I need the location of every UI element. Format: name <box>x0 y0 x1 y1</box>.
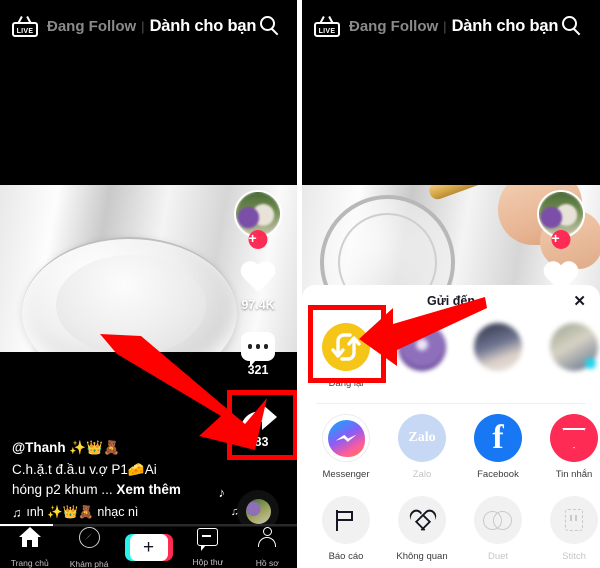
top-navigation-bar-right: LIVE Đang Follow | Dành cho bạn <box>302 0 600 52</box>
compass-icon <box>78 526 100 548</box>
share-app-zalo-label: Zalo <box>412 469 432 480</box>
action-stitch-label: Stitch <box>562 551 586 562</box>
creator-avatar[interactable]: + <box>537 190 585 249</box>
share-contacts-row: Đăng lại <box>302 313 600 389</box>
share-contact-1[interactable] <box>392 323 452 389</box>
search-icon[interactable] <box>562 16 582 36</box>
live-label: LIVE <box>16 27 34 35</box>
like-count: 97.4K <box>241 298 275 312</box>
caption-line-1: C.h.ặ.t đ.ầ.u v.ợ P1🧀Ai <box>12 462 157 477</box>
messenger-icon <box>322 414 370 462</box>
creator-avatar[interactable]: + <box>234 190 282 249</box>
share-app-direct-message-label: Tin nhắn <box>555 469 593 480</box>
action-stitch[interactable]: Stitch <box>544 496 600 562</box>
top-navigation-bar: LIVE Đang Follow | Dành cho bạn <box>0 0 297 52</box>
create-plus-icon[interactable]: + <box>124 534 173 561</box>
share-contact-2[interactable] <box>468 323 528 389</box>
search-icon[interactable] <box>260 16 280 36</box>
caption-username[interactable]: @Thanh ✨👑🧸 <box>12 440 222 456</box>
share-app-facebook-label: Facebook <box>477 469 519 480</box>
nav-home[interactable]: Trang chủ <box>0 527 59 568</box>
close-icon[interactable]: ✕ <box>573 294 586 309</box>
heart-icon <box>239 262 277 296</box>
duet-icon <box>474 496 522 544</box>
nav-home-label: Trang chủ <box>10 558 49 568</box>
home-icon <box>18 527 41 547</box>
tab-following[interactable]: Đang Follow <box>47 18 136 35</box>
action-report[interactable]: Báo cáo <box>316 496 376 562</box>
tab-separator: | <box>443 18 447 34</box>
nav-discover[interactable]: Khám phá <box>59 526 118 568</box>
action-not-interested[interactable]: Không quan <box>392 496 452 562</box>
action-duet[interactable]: Duet <box>468 496 528 562</box>
contact-avatar <box>474 323 522 371</box>
inbox-icon <box>197 528 219 551</box>
caption-line-2: hóng p2 khum ... <box>12 482 113 497</box>
nav-profile-label: Hồ sơ <box>255 558 279 568</box>
tab-separator: | <box>141 18 145 34</box>
nav-inbox-label: Hộp thư <box>192 557 224 567</box>
comment-button[interactable]: 321 <box>227 332 289 377</box>
bottom-navigation: Trang chủ Khám phá + Hộp thư Hồ sơ <box>0 526 297 568</box>
video-object-bowl <box>22 237 237 352</box>
video-caption: @Thanh ✨👑🧸 C.h.ặ.t đ.ầ.u v.ợ P1🧀Ai hóng … <box>12 440 222 520</box>
share-count: 283 <box>247 435 269 449</box>
panel-divider <box>297 0 302 568</box>
share-button[interactable]: 283 <box>227 403 289 449</box>
share-app-messenger[interactable]: Messenger <box>316 414 376 480</box>
like-button[interactable]: 97.4K <box>227 262 289 312</box>
action-duet-label: Duet <box>487 551 509 562</box>
live-label: LIVE <box>318 27 336 35</box>
nav-discover-label: Khám phá <box>69 558 109 568</box>
caption-more-link[interactable]: Xem thêm <box>116 482 181 497</box>
music-row[interactable]: ♫ ınh ✨👑🧸 nhạc nì <box>12 505 222 520</box>
nav-profile[interactable]: Hồ sơ <box>238 527 297 568</box>
share-app-direct-message[interactable]: Tin nhắn <box>544 414 600 480</box>
action-not-interested-label: Không quan <box>396 551 448 562</box>
phone-screen-right: LIVE Đang Follow | Dành cho bạn + Gửi đế… <box>302 0 600 568</box>
contact-avatar <box>550 323 598 371</box>
music-note-icon: ♫ <box>12 505 22 520</box>
music-title: ınh ✨👑🧸 nhạc nì <box>26 505 139 519</box>
direct-message-icon <box>550 414 598 462</box>
share-actions-row: Báo cáo Không quan Duet Stitch <box>302 480 600 562</box>
follow-plus-icon[interactable]: + <box>248 230 268 249</box>
share-app-facebook[interactable]: f Facebook <box>468 414 528 480</box>
follow-plus-icon[interactable]: + <box>551 230 571 249</box>
repost-icon <box>322 323 370 371</box>
action-report-label: Báo cáo <box>328 551 364 562</box>
share-arrow-icon <box>240 404 277 430</box>
floating-note-icon-1: ♪ <box>218 485 226 500</box>
nav-inbox[interactable]: Hộp thư <box>178 528 237 567</box>
live-icon[interactable]: LIVE <box>12 15 38 37</box>
contact-avatar <box>398 323 446 371</box>
verified-badge-icon <box>585 358 596 369</box>
comment-count: 321 <box>247 363 269 377</box>
comment-icon <box>241 332 275 367</box>
profile-icon <box>257 527 277 547</box>
share-option-repost[interactable]: Đăng lại <box>316 323 376 389</box>
flag-icon <box>322 496 370 544</box>
live-icon[interactable]: LIVE <box>314 15 340 37</box>
share-option-repost-label: Đăng lại <box>328 378 364 389</box>
share-sheet-title: Gửi đến <box>427 294 475 308</box>
phone-screen-left: LIVE Đang Follow | Dành cho bạn + 97.4K <box>0 0 297 568</box>
share-apps-row: Messenger Zalo Zalo f Facebook Tin nhắn … <box>302 404 600 480</box>
broken-heart-icon <box>398 496 446 544</box>
share-app-messenger-label: Messenger <box>322 469 370 480</box>
nav-create[interactable]: + <box>119 534 178 561</box>
tab-for-you[interactable]: Dành cho bạn <box>452 17 559 36</box>
screenshot-root: LIVE Đang Follow | Dành cho bạn + 97.4K <box>0 0 600 568</box>
zalo-icon: Zalo <box>398 414 446 462</box>
stitch-icon <box>550 496 598 544</box>
share-sheet: Gửi đến ✕ Đăng lại Messenger Zalo Zalo f… <box>302 285 600 568</box>
facebook-icon: f <box>474 414 522 462</box>
share-contact-3[interactable] <box>544 323 600 389</box>
share-app-zalo[interactable]: Zalo Zalo <box>392 414 452 480</box>
tab-following[interactable]: Đang Follow <box>349 18 438 35</box>
tab-for-you[interactable]: Dành cho bạn <box>150 17 257 36</box>
